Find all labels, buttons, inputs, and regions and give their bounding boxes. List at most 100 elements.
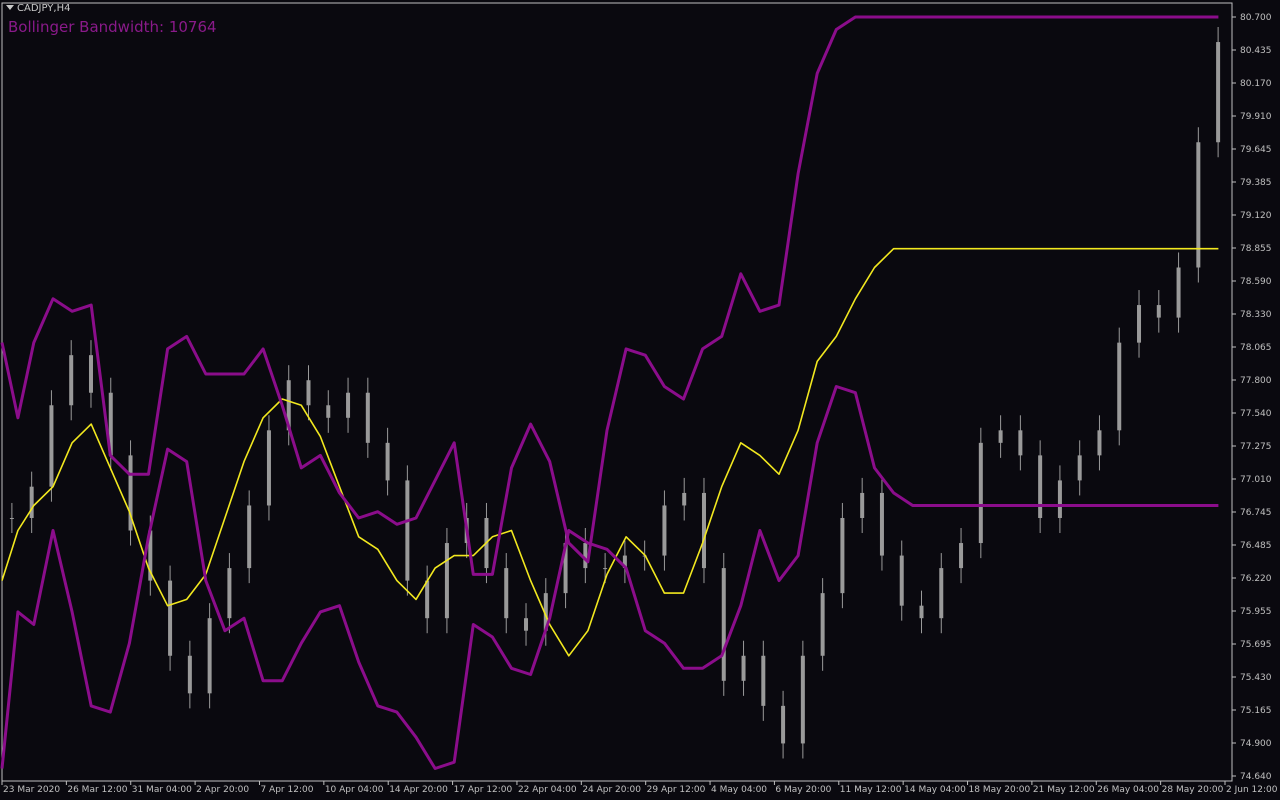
- price-tick-label: 74.900: [1240, 739, 1272, 749]
- candle-body: [524, 618, 529, 631]
- candle-body: [800, 655, 805, 744]
- price-tick-label: 77.010: [1240, 475, 1272, 485]
- candle-body: [346, 392, 351, 418]
- price-tick-label: 75.430: [1240, 673, 1272, 683]
- price-tick-label: 79.645: [1240, 145, 1272, 155]
- candle-body: [978, 442, 983, 544]
- price-tick-label: 77.275: [1240, 442, 1272, 452]
- candle-body: [88, 355, 93, 393]
- price-tick-label: 79.910: [1240, 112, 1272, 122]
- candle-body: [1018, 430, 1023, 456]
- candle-body: [365, 392, 370, 443]
- time-tick-label: 26 May 04:00: [1097, 785, 1159, 795]
- price-tick-label: 75.165: [1240, 706, 1272, 716]
- symbol-label[interactable]: CADJPY,H4: [6, 3, 70, 14]
- time-tick-label: 21 May 12:00: [1033, 785, 1095, 795]
- time-tick-label: 2 Jun 12:00: [1226, 785, 1278, 795]
- price-tick-label: 78.065: [1240, 343, 1272, 353]
- candle-body: [227, 568, 232, 619]
- candle-body: [899, 555, 904, 606]
- candle-body: [840, 517, 845, 594]
- candle-body: [504, 568, 509, 619]
- price-tick-label: 77.540: [1240, 409, 1272, 419]
- candle-body: [168, 580, 173, 656]
- candle-body: [919, 605, 924, 619]
- candle-body: [1038, 455, 1043, 518]
- time-tick-label: 14 May 04:00: [904, 785, 966, 795]
- candle-body: [29, 486, 34, 518]
- middle-band-line: [1, 247, 1219, 657]
- price-tick-label: 76.485: [1240, 541, 1272, 551]
- dropdown-triangle-icon[interactable]: [6, 5, 14, 10]
- price-tick-label: 80.170: [1240, 79, 1272, 89]
- price-tick-label: 77.800: [1240, 376, 1272, 386]
- candle-body: [781, 705, 786, 744]
- time-tick-label: 22 Apr 04:00: [518, 785, 577, 795]
- price-chart[interactable]: 80.700 80.435 80.170 79.910 79.645 79.385 79.1…: [0, 0, 1280, 800]
- candle-body: [69, 355, 74, 406]
- candle-body: [741, 655, 746, 681]
- candle-body: [187, 655, 192, 694]
- candle-body: [49, 405, 54, 487]
- price-tick-label: 78.330: [1240, 310, 1272, 320]
- time-tick-label: 14 Apr 20:00: [389, 785, 448, 795]
- candle-body: [247, 505, 252, 569]
- candle-body: [1176, 267, 1181, 318]
- candle-body: [998, 430, 1003, 443]
- price-tick-label: 78.855: [1240, 244, 1272, 254]
- candle-body: [266, 430, 271, 506]
- time-tick-label: 18 May 20:00: [969, 785, 1031, 795]
- price-tick-label: 80.435: [1240, 46, 1272, 56]
- price-tick-label: 75.955: [1240, 607, 1272, 617]
- candle-body: [721, 568, 726, 681]
- time-tick-label: 17 Apr 12:00: [454, 785, 513, 795]
- time-tick-label: 24 Apr 20:00: [582, 785, 641, 795]
- price-tick-label: 79.120: [1240, 211, 1272, 221]
- chart-window: 80.700 80.435 80.170 79.910 79.645 79.385 79.1…: [0, 0, 1280, 800]
- time-tick-label: 31 Mar 04:00: [132, 785, 192, 795]
- candle-body: [326, 405, 331, 418]
- candle-body: [1077, 455, 1082, 481]
- candle-body: [860, 492, 865, 518]
- candle-body: [583, 543, 588, 569]
- candle-body: [1057, 480, 1062, 518]
- time-tick-label: 7 Apr 12:00: [260, 785, 313, 795]
- time-tick-label: 6 May 20:00: [775, 785, 831, 795]
- price-tick-label: 76.745: [1240, 508, 1272, 518]
- candle-body: [761, 655, 766, 706]
- candle-body: [1216, 42, 1221, 143]
- candle-body: [939, 568, 944, 619]
- candle-body: [820, 593, 825, 656]
- time-tick-label: 10 Apr 04:00: [325, 785, 384, 795]
- time-tick-label: 26 Mar 12:00: [67, 785, 127, 795]
- candle-body: [385, 442, 390, 481]
- candle-body: [603, 568, 608, 570]
- price-tick-label: 79.385: [1240, 178, 1272, 188]
- candle-body: [405, 480, 410, 581]
- symbol-text: CADJPY,H4: [17, 3, 71, 14]
- time-tick-label: 2 Apr 20:00: [196, 785, 249, 795]
- time-tick-label: 4 May 04:00: [711, 785, 767, 795]
- price-tick-label: 78.590: [1240, 277, 1272, 287]
- time-tick-label: 11 May 12:00: [840, 785, 902, 795]
- price-tick-label: 75.695: [1240, 640, 1272, 650]
- price-tick-label: 74.640: [1240, 772, 1272, 782]
- price-tick-label: 80.700: [1240, 13, 1272, 23]
- lower-band-line: [0, 385, 1219, 770]
- time-tick-label: 29 Apr 12:00: [647, 785, 706, 795]
- candle-body: [444, 543, 449, 619]
- candle-body: [959, 543, 964, 569]
- time-tick-label: 23 Mar 2020: [3, 785, 60, 795]
- time-tick-label: 28 May 20:00: [1162, 785, 1224, 795]
- upper-band-line: [0, 15, 1219, 576]
- candle-body: [701, 492, 706, 569]
- candle-body: [9, 517, 14, 519]
- candle-body: [1137, 305, 1142, 343]
- candle-body: [1097, 430, 1102, 456]
- candle-body: [425, 580, 430, 619]
- candle-body: [682, 492, 687, 506]
- candle-body: [879, 492, 884, 556]
- candle-body: [662, 505, 667, 556]
- candle-body: [1156, 305, 1161, 318]
- price-tick-label: 76.220: [1240, 574, 1272, 584]
